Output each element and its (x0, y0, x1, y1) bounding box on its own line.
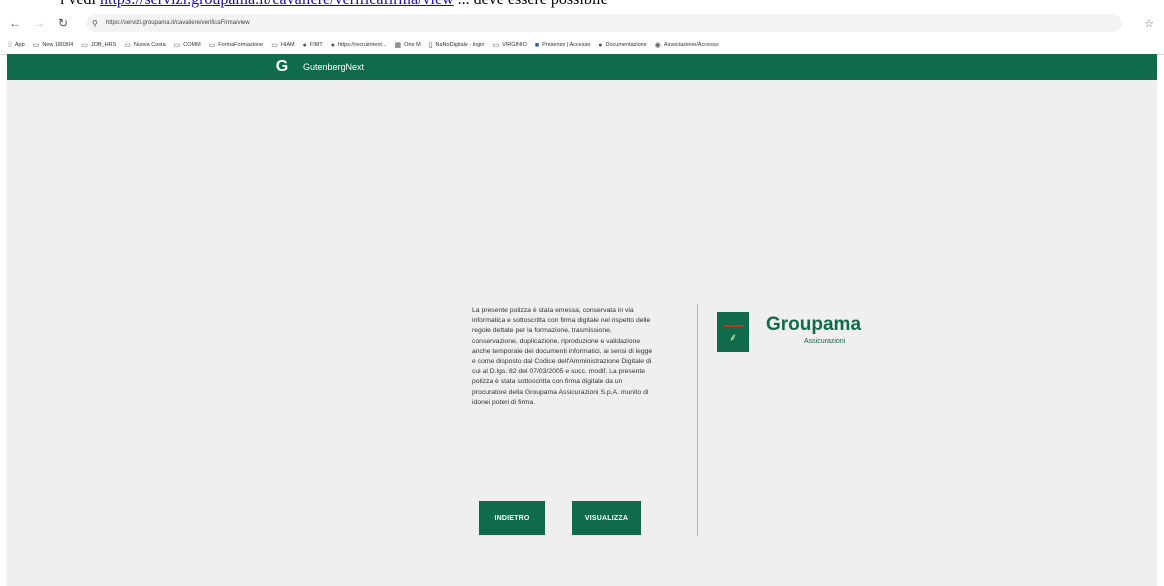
grid-icon: ▦ (394, 42, 402, 49)
document-text-strip: i vedi https://servizi.groupama.it/caval… (0, 0, 1164, 10)
bookmark-label: FormaFormazione (218, 42, 264, 48)
back-button[interactable]: INDIETRO (479, 501, 545, 535)
browser-toolbar: ← → ↻ ⚲ https://servizi.groupama.it/cava… (0, 10, 1164, 36)
bookmark-item[interactable]: ● FIMT (303, 42, 323, 49)
bookmark-label: One M (404, 42, 421, 48)
folder-icon: ▭ (208, 42, 216, 49)
bookmark-item[interactable]: ◉ Associazione/Accesso (655, 41, 719, 49)
back-icon[interactable]: ← (6, 14, 24, 32)
app-header: G GutenbergNext (7, 54, 1157, 80)
policy-disclaimer: La presente polizza è stata emessa, cons… (472, 307, 653, 406)
bookmark-item[interactable]: ▭ COMM (174, 41, 201, 49)
url-text: https://servizi.groupama.it/cavaliere/ve… (105, 20, 250, 26)
bookmark-label: HIAM (280, 42, 295, 48)
folder-icon: ▭ (32, 42, 40, 49)
folder-icon: ▭ (492, 42, 500, 49)
folder-icon: ▭ (81, 42, 88, 49)
bookmark-item[interactable]: ■ Presenze | Accesso (535, 42, 590, 49)
groupama-logo-icon: ⸙ (717, 312, 749, 352)
groupama-logo-subtitle: Assicurazioni (804, 338, 846, 345)
bookmark-item[interactable]: ⁞⁞ App (8, 42, 25, 49)
gutenberg-logo-icon: G (275, 58, 289, 75)
bookmark-star-icon[interactable]: ☆ (1144, 17, 1154, 30)
bookmark-label: NaNoDigitale - login (435, 42, 485, 48)
bookmark-label: Documentazione (605, 42, 647, 48)
bookmark-label: VIRGINIO (502, 42, 527, 48)
bookmark-item[interactable]: ▭ VIRGINIO (492, 41, 526, 49)
document-text: i vedi https://servizi.groupama.it/caval… (60, 0, 608, 9)
globe-icon: ● (302, 41, 307, 49)
bookmark-item[interactable]: ● Documentazione (598, 42, 647, 49)
bookmark-label: Associazione/Accesso (663, 42, 719, 48)
bookmark-label: New 180304 (42, 42, 74, 48)
page-icon: ▯ (428, 42, 433, 49)
globe-icon: ● (598, 41, 603, 49)
bookmark-label: COMM (183, 42, 201, 48)
document-link[interactable]: https://servizi.groupama.it/cavaliere/ve… (100, 0, 454, 8)
folder-icon: ▭ (173, 42, 181, 49)
bookmark-label: FIMT (309, 42, 323, 48)
square-icon: ■ (534, 41, 540, 49)
view-button[interactable]: VISUALIZZA (572, 501, 641, 535)
forward-icon[interactable]: → (30, 14, 48, 32)
bookmark-item[interactable]: ▯ NaNoDigitale - login (429, 41, 485, 49)
bookmark-item[interactable]: ▭ Nuova Costa (124, 41, 165, 49)
bookmark-item[interactable]: ● https://recruitment... (331, 42, 387, 49)
globe-icon: ● (330, 41, 335, 49)
reload-icon[interactable]: ↻ (54, 14, 72, 32)
bookmark-label: https://recruitment... (337, 42, 387, 48)
groupama-logo-name: Groupama (766, 314, 862, 335)
app-brand: GutenbergNext (303, 62, 365, 72)
bookmark-item[interactable]: ▭ HIAM (271, 41, 294, 49)
bookmark-label: Nuova Costa (133, 42, 166, 48)
bookmark-item[interactable]: ▭ FormaFormazione (209, 41, 264, 49)
vertical-divider (697, 304, 698, 536)
bookmark-label: App (14, 42, 25, 48)
bookmark-item[interactable]: ▭ JOB_HRS (81, 41, 116, 49)
main-content: La presente polizza è stata emessa, cons… (7, 80, 1157, 586)
bookmark-label: JOB_HRS (90, 42, 117, 48)
bookmark-item[interactable]: ▦ One M (395, 41, 421, 49)
folder-icon: ▭ (124, 42, 131, 49)
bookmarks-bar: ⁞⁞ App ▭ New 180304 ▭ JOB_HRS ▭ Nuova Costa ▭ COM… (0, 36, 1164, 55)
folder-icon: ▭ (271, 42, 278, 49)
github-icon: ◉ (654, 42, 661, 49)
bookmark-label: Presenze | Accesso (542, 42, 591, 48)
site-info-icon[interactable]: ⚲ (92, 19, 98, 28)
address-bar[interactable]: ⚲ https://servizi.groupama.it/cavaliere/… (86, 14, 1122, 32)
apps-icon: ⁞⁞ (8, 41, 12, 49)
bookmark-item[interactable]: ▭ New 180304 (33, 41, 74, 49)
